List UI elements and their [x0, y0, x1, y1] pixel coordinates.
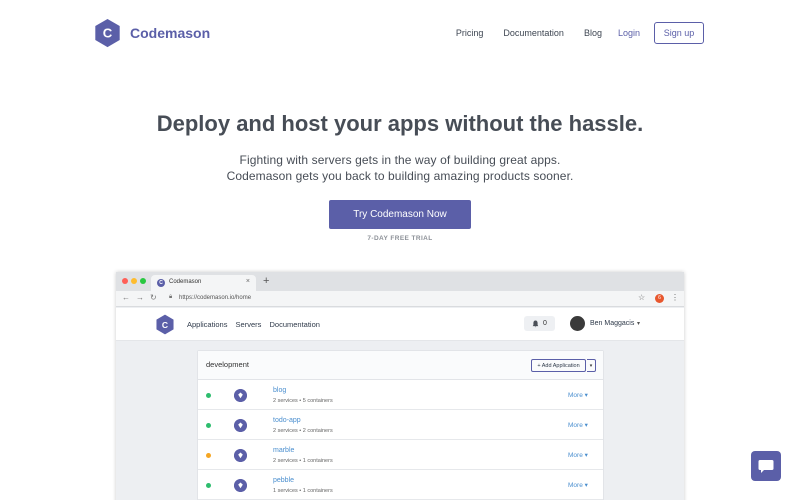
add-application-caret-icon: ▾	[587, 359, 596, 372]
app-meta: 2 services • 5 containers	[273, 398, 333, 404]
brand-name[interactable]: Codemason	[130, 25, 210, 41]
app-name: blog	[273, 387, 287, 394]
app-diamond-icon	[234, 389, 247, 402]
address-bar: 🔒︎ https://codemason.io/home	[164, 293, 634, 304]
hero-title: Deploy and host your apps without the ha…	[156, 111, 644, 136]
app-logo-icon: C	[156, 314, 174, 335]
top-navigation: C Codemason Pricing Documentation Blog L…	[0, 0, 800, 66]
bell-icon	[532, 320, 539, 327]
nav-links: Pricing Documentation Blog Login Sign up	[436, 22, 704, 44]
app-meta: 2 services • 2 containers	[273, 428, 333, 434]
lock-icon: 🔒︎	[169, 294, 173, 300]
bookmark-star-icon: ☆	[638, 293, 646, 302]
notification-count: 0	[543, 320, 547, 327]
app-meta: 2 services • 1 containers	[273, 458, 333, 464]
browser-menu-icon: ⋮	[671, 293, 679, 302]
try-codemason-button[interactable]: Try Codemason Now	[329, 200, 471, 229]
app-row: blog 2 services • 5 containers More ▾	[198, 380, 603, 410]
more-menu: More ▾	[568, 422, 588, 429]
app-meta: 1 services • 1 containers	[273, 488, 333, 494]
app-nav-servers: Servers	[235, 320, 262, 329]
extension-badge-icon: 6	[655, 294, 664, 303]
browser-tab: C Codemason ×	[151, 275, 256, 291]
app-row: todo-app 2 services • 2 containers More …	[198, 410, 603, 440]
app-diamond-icon	[234, 449, 247, 462]
window-minimize-dot-icon	[131, 278, 137, 284]
nav-blog-link[interactable]: Blog	[584, 28, 602, 38]
app-nav-documentation: Documentation	[269, 320, 320, 329]
environment-title: development	[206, 360, 249, 369]
tab-title: Codemason	[169, 279, 202, 285]
app-header: C Applications Servers Documentation 0 B…	[116, 308, 684, 341]
browser-toolbar: ← → ↻ 🔒︎ https://codemason.io/home ☆ 6 ⋮	[116, 291, 684, 307]
chat-bubble-icon	[758, 459, 774, 473]
status-dot-icon	[206, 453, 211, 458]
panel-header: development + Add Application ▾	[198, 351, 603, 380]
add-application-button: + Add Application	[531, 359, 586, 372]
user-avatar	[570, 316, 585, 331]
new-tab-icon: +	[263, 275, 270, 287]
landing-page: C Codemason Pricing Documentation Blog L…	[0, 0, 800, 500]
browser-tab-bar: C Codemason × +	[116, 272, 684, 291]
status-dot-icon	[206, 423, 211, 428]
address-url: https://codemason.io/home	[179, 295, 252, 301]
app-row: pebble 1 services • 1 containers More ▾	[198, 470, 603, 500]
login-link[interactable]: Login	[618, 28, 640, 38]
more-menu: More ▾	[568, 392, 588, 399]
app-name: pebble	[273, 477, 295, 484]
hero-subtitle-line-1: Fighting with servers gets in the way of…	[239, 153, 561, 167]
app-name: todo-app	[273, 417, 301, 424]
chat-button[interactable]	[751, 451, 781, 481]
reload-icon: ↻	[150, 293, 157, 302]
user-name: Ben Maggacis	[590, 320, 635, 327]
status-dot-icon	[206, 393, 211, 398]
window-close-dot-icon	[122, 278, 128, 284]
app-logo-letter: C	[162, 320, 168, 330]
applications-panel: development + Add Application ▾ blog 2 s…	[197, 350, 604, 500]
forward-arrow-icon: →	[136, 293, 144, 302]
signup-button[interactable]: Sign up	[654, 22, 704, 44]
nav-documentation-link[interactable]: Documentation	[503, 28, 564, 38]
nav-pricing-link[interactable]: Pricing	[456, 28, 484, 38]
app-name: marble	[273, 447, 295, 454]
app-diamond-icon	[234, 479, 247, 492]
app-nav-links: Applications Servers Documentation	[187, 320, 326, 329]
back-arrow-icon: ←	[122, 293, 130, 302]
codemason-logo-icon[interactable]: C	[93, 18, 122, 48]
more-menu: More ▾	[568, 452, 588, 459]
more-menu: More ▾	[568, 482, 588, 489]
hero-subtitle: Fighting with servers gets in the way of…	[0, 152, 800, 184]
notifications-button: 0	[524, 316, 555, 331]
hero-subtitle-line-2: Codemason gets you back to building amaz…	[226, 169, 574, 183]
logo-letter: C	[103, 26, 113, 41]
free-trial-label: 7-DAY FREE TRIAL	[367, 235, 433, 242]
window-maximize-dot-icon	[140, 278, 146, 284]
app-diamond-icon	[234, 419, 247, 432]
app-row: marble 2 services • 1 containers More ▾	[198, 440, 603, 470]
tab-close-icon: ×	[245, 278, 250, 285]
app-nav-applications: Applications	[187, 320, 228, 329]
user-menu-caret-icon: ▾	[637, 321, 641, 327]
status-dot-icon	[206, 483, 211, 488]
browser-mockup: C Codemason × + ← → ↻ 🔒︎ https://codemas…	[116, 272, 684, 500]
tab-favicon-icon: C	[157, 279, 165, 287]
